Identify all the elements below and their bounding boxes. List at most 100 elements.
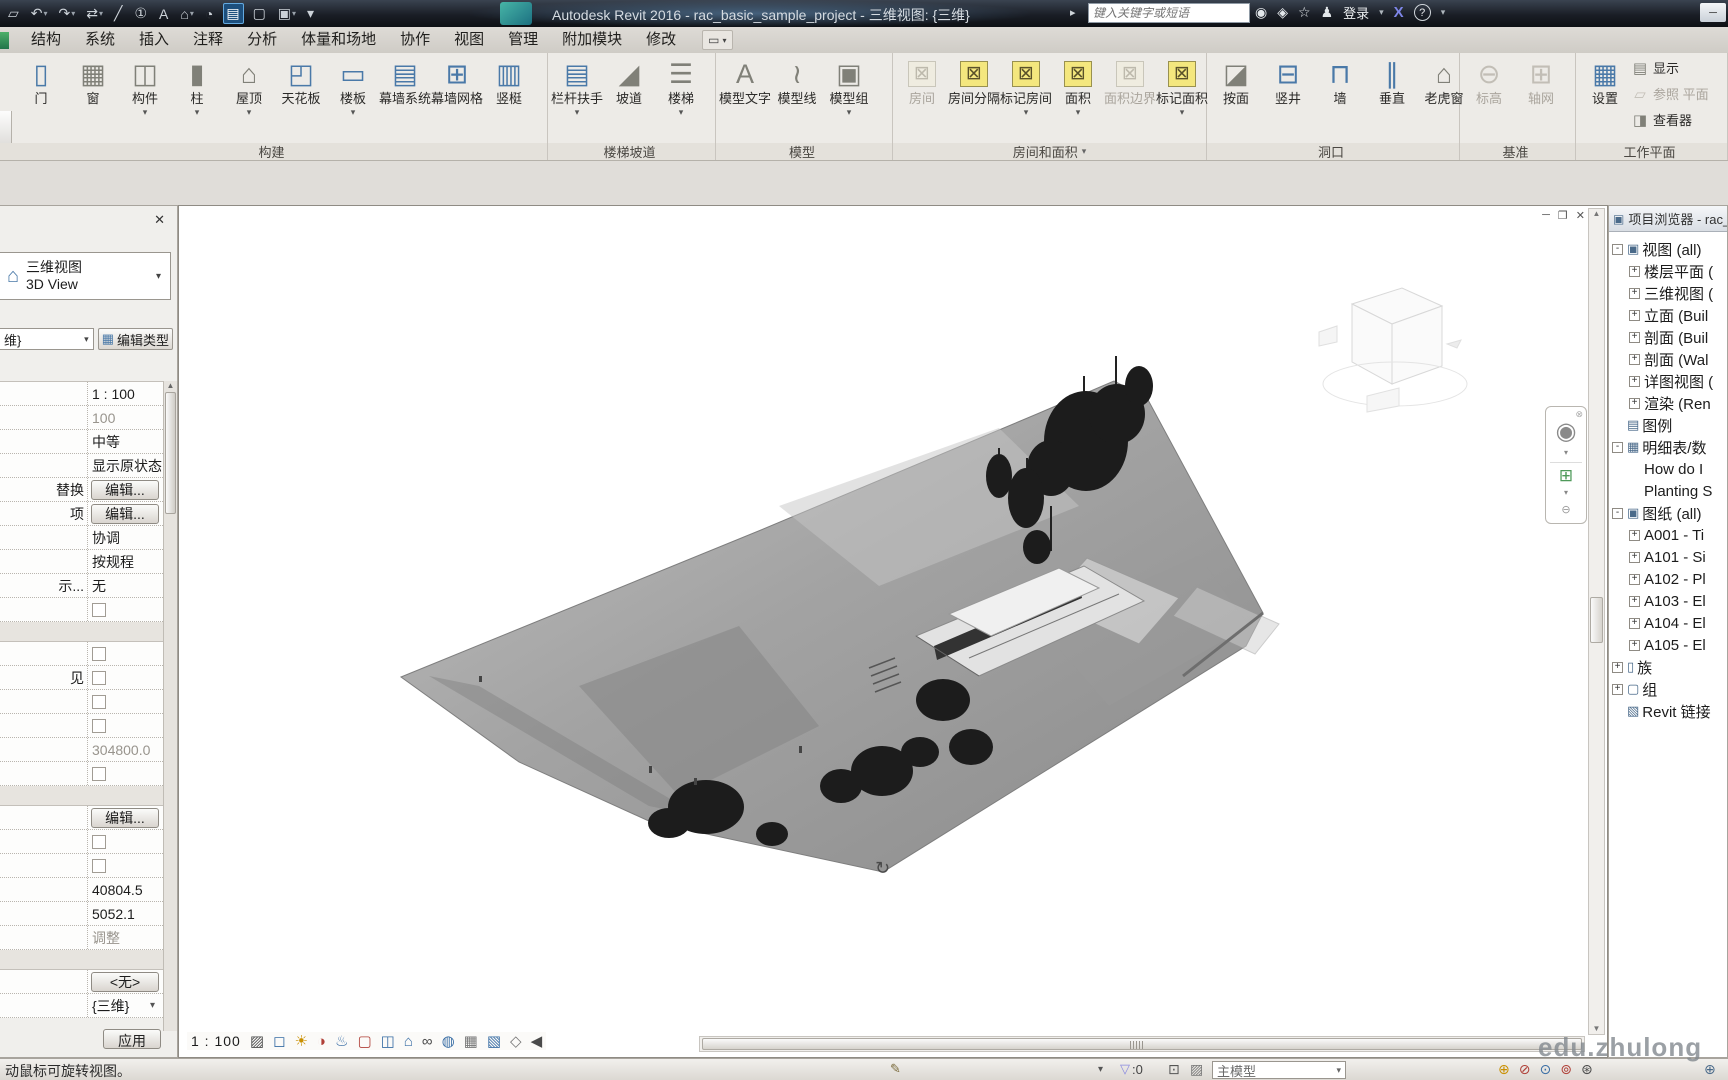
ribbon-tab[interactable]: 修改 [634,27,688,53]
ribbon-button[interactable]: ⊖ 标高 [1463,56,1515,117]
property-row[interactable]: {三维} [0,994,163,1018]
tree-item[interactable]: ▧ Revit 链接 [1612,700,1727,722]
tree-item[interactable]: + 立面 (Buil [1612,304,1727,326]
scrollbar-thumb[interactable] [702,1038,1582,1050]
worksets-icon[interactable]: ✎ [890,1061,901,1077]
design-option-combo[interactable]: 主模型 ▾ [1212,1061,1346,1079]
property-value[interactable]: 304800.0 [88,742,163,758]
ribbon-button[interactable]: ▮ 柱 ▾ [171,56,223,117]
panel-label[interactable]: 工作平面 [1576,143,1727,160]
exchange-apps-icon[interactable]: X [1394,4,1404,21]
tree-item[interactable]: + A001 - Ti [1612,524,1727,546]
scrollbar-grip[interactable] [1130,1041,1144,1049]
scrollbar-thumb[interactable] [1590,596,1603,643]
scroll-up-icon[interactable]: ▲ [164,381,177,390]
selection-toggle-icon[interactable]: ⊘ [1519,1061,1531,1078]
property-row[interactable]: 40804.5 [0,878,163,902]
qat-button-icon[interactable]: ▤ [223,3,244,24]
property-row[interactable]: 项 编辑... [0,502,163,526]
property-value[interactable]: <无> [91,971,159,992]
tree-expand-icon[interactable]: + [1629,309,1640,321]
qat-button-icon[interactable]: ① [132,4,150,23]
tree-item[interactable]: - ▦ 明细表/数 [1612,436,1727,458]
scrollbar-thumb[interactable] [165,392,176,514]
properties-scrollbar[interactable]: ▲ [163,381,177,1031]
property-value[interactable] [88,643,163,664]
tree-item[interactable]: + A102 - Pl [1612,568,1727,590]
property-row[interactable]: 调整 [0,926,163,950]
help-icon[interactable]: ? [1413,4,1431,21]
property-value[interactable]: 编辑... [91,503,159,524]
property-value[interactable]: {三维} [88,996,163,1016]
property-value[interactable]: 1 : 100 [88,386,163,402]
qat-button-icon[interactable]: ⌂ ▾ [178,5,195,23]
tree-item[interactable]: How do I [1612,458,1727,480]
search-binoculars-icon[interactable]: ◉ [1255,4,1267,21]
ribbon-tab[interactable]: 体量和场地 [289,27,388,53]
ribbon-button[interactable]: ◢ 坡道 [603,56,655,117]
ribbon-button[interactable]: ∥ 垂直 [1366,56,1418,117]
tree-expand-icon[interactable]: + [1629,265,1640,277]
view-restore-icon[interactable]: ❐ [1558,209,1568,222]
view-control-icon[interactable]: ♨ [335,1032,348,1050]
ribbon-button[interactable]: ⊠ 标记面积 ▾ [1156,56,1208,117]
tree-item[interactable]: + A105 - El [1612,634,1727,656]
property-row[interactable]: 按规程 [0,550,163,574]
property-row[interactable]: <无> [0,970,163,994]
ribbon-button[interactable]: ▦ 设置 [1579,56,1631,148]
vertical-scrollbar[interactable]: ▲ ▼ [1588,208,1605,1035]
property-value[interactable]: 调整 [88,928,163,948]
property-row[interactable]: 协调 [0,526,163,550]
view-control-icon[interactable]: ◫ [381,1032,395,1050]
close-icon[interactable]: ✕ [148,212,171,227]
steering-wheel-icon[interactable]: ◉ [1556,417,1577,446]
design-options-filter[interactable]: ▽:0 [1120,1061,1143,1077]
property-value[interactable] [88,691,163,712]
ribbon-tab[interactable]: 视图 [442,27,496,53]
ribbon-button[interactable]: ⌂ 屋顶 ▾ [223,56,275,117]
tree-expand-icon[interactable]: + [1629,529,1640,541]
selection-toggle-icon[interactable]: ⊕ [1498,1061,1510,1078]
ribbon-button[interactable]: ▦ 窗 [67,56,119,117]
ribbon-button[interactable]: ⊠ 标记房间 ▾ [1000,56,1052,117]
property-value[interactable]: 无 [88,576,163,596]
sign-in-dropdown-icon[interactable]: ▾ [1379,7,1384,18]
favorites-icon[interactable]: ☆ [1298,4,1311,21]
ribbon-tab[interactable]: 系统 [73,27,127,53]
edit-type-button[interactable]: ▦ 编辑类型 [97,328,173,350]
panel-label[interactable]: 基准 [1460,143,1575,160]
tree-expand-icon[interactable]: + [1629,573,1640,585]
ribbon-tab[interactable]: 分析 [235,27,289,53]
project-browser-header[interactable]: ▣ 项目浏览器 - rac_ [1609,206,1727,232]
architecture-tab-partial[interactable] [0,31,9,49]
tree-expand-icon[interactable]: + [1629,375,1640,387]
property-row[interactable] [0,950,163,970]
ribbon-button[interactable]: ⊠ 房间分隔 [948,56,1000,117]
selection-toggle-icon[interactable]: ⊙ [1539,1061,1551,1078]
sign-in-button[interactable]: 登录 [1343,3,1369,22]
ribbon-button[interactable]: ◰ 天花板 [275,56,327,117]
ribbon-button[interactable]: A 模型文字 [719,56,771,117]
navbar-collapse-icon[interactable]: ⊖ [1561,503,1570,516]
tree-expand-icon[interactable]: + [1629,287,1640,299]
communication-center-icon[interactable]: ◈ [1277,4,1288,21]
ribbon-button[interactable]: ▤ 幕墙系统 [379,56,431,117]
qat-button-icon[interactable]: ⇄ ▾ [84,4,105,23]
tree-expand-icon[interactable]: + [1612,683,1623,695]
property-row[interactable] [0,854,163,878]
view-control-icon[interactable]: ◇ [510,1032,522,1050]
tree-expand-icon[interactable]: + [1629,331,1640,343]
title-expand-arrow-icon[interactable]: ▸ [1070,6,1076,19]
tree-expand-icon[interactable]: + [1612,661,1623,673]
ribbon-button[interactable]: ⊠ 面积 ▾ [1052,56,1104,117]
qat-button-icon[interactable]: A [157,5,171,23]
view-control-icon[interactable]: ⌂ [404,1033,413,1050]
property-value[interactable]: 显示原状态 [88,456,163,476]
tree-item[interactable]: - ▣ 图纸 (all) [1612,502,1727,524]
navigation-bar[interactable]: ⊗ ◉ ▾ ⊞ ▾ ⊖ [1545,406,1587,524]
profile-icon[interactable]: ♟ [1321,4,1334,21]
property-row[interactable]: 1 : 100 [0,382,163,406]
help-dropdown-icon[interactable]: ▾ [1441,7,1446,18]
qat-button-icon[interactable]: ▾ [305,4,317,23]
ribbon-button[interactable]: ▥ 竖梃 [483,56,535,117]
